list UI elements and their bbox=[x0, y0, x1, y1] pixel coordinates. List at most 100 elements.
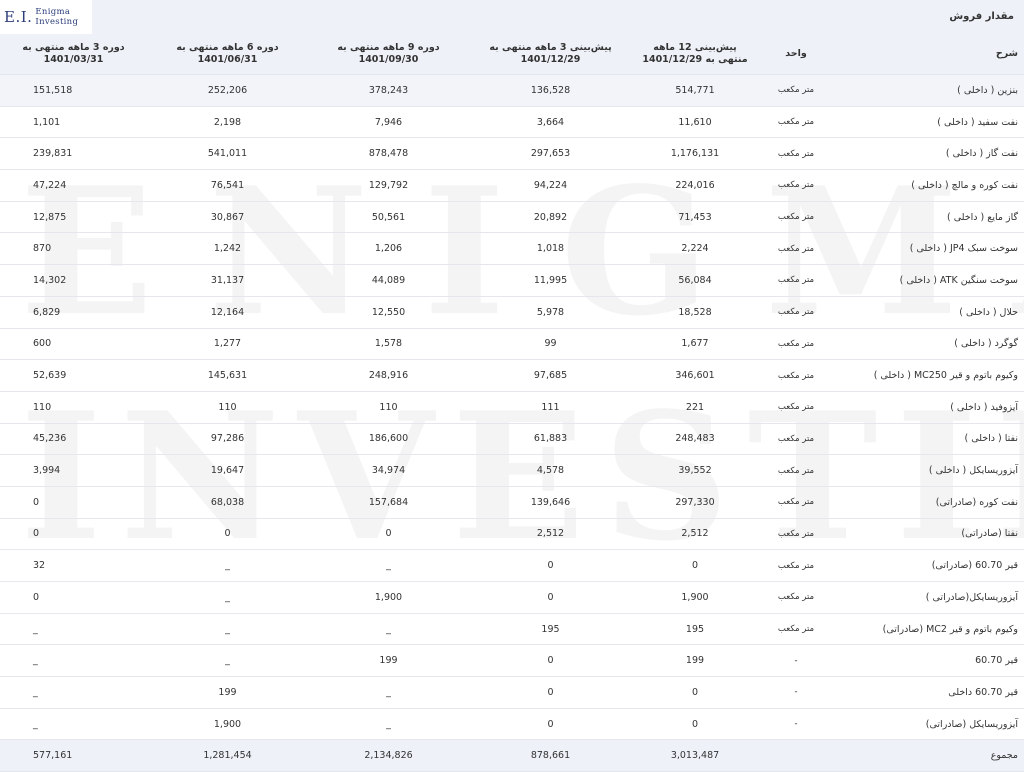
row-period-3m: _ bbox=[0, 676, 147, 709]
row-description: مجموع bbox=[834, 739, 1024, 772]
row-forecast-12m: 1,176,131 bbox=[632, 137, 758, 171]
row-period-3m: 6,829 bbox=[0, 296, 147, 329]
row-period-3m: 110 bbox=[0, 391, 147, 424]
header-forecast-12m: پیش‌بینی 12 ماهه منتهی به 1401/12/29 bbox=[632, 33, 758, 75]
row-forecast-3m: 0 bbox=[469, 676, 632, 709]
header-forecast-3m: پیش‌بینی 3 ماهه منتهی به 1401/12/29 bbox=[469, 33, 632, 75]
row-unit: متر مکعب bbox=[758, 391, 834, 424]
row-description: نفتا (صادراتی) bbox=[834, 518, 1024, 551]
table-row: بنزین ( داخلی ) متر مکعب 514,771 136,528 378… bbox=[0, 74, 1024, 107]
row-unit: - bbox=[758, 708, 834, 741]
header-unit: واحد bbox=[758, 33, 834, 75]
row-period-6m: 110 bbox=[147, 391, 308, 424]
row-period-6m: 31,137 bbox=[147, 264, 308, 297]
row-period-9m: _ bbox=[308, 613, 469, 646]
row-period-6m: 12,164 bbox=[147, 296, 308, 329]
row-period-3m: 32 bbox=[0, 549, 147, 582]
table-row: نفت گاز ( داخلی ) متر مکعب 1,176,131 297,65… bbox=[0, 137, 1024, 171]
row-unit: متر مکعب bbox=[758, 454, 834, 487]
row-unit: متر مکعب bbox=[758, 581, 834, 614]
row-description: وکیوم باتوم و قیر MC250 ( داخلی ) bbox=[834, 359, 1024, 392]
row-period-6m: 0 bbox=[147, 518, 308, 551]
logo-wordmark: Enigma Investing bbox=[35, 7, 78, 27]
row-period-6m: 145,631 bbox=[147, 359, 308, 392]
row-period-6m: 76,541 bbox=[147, 169, 308, 202]
sales-volume-table: شرح واحد پیش‌بینی 12 ماهه منتهی به 1401/… bbox=[0, 33, 1024, 772]
section-title-bar: مقدار فروش bbox=[0, 0, 1024, 34]
row-forecast-12m: 0 bbox=[632, 676, 758, 709]
row-description: سوخت سبک JP4 ( داخلی ) bbox=[834, 232, 1024, 266]
row-unit: متر مکعب bbox=[758, 359, 834, 392]
row-description: آیزوریسایکل(صادراتی ) bbox=[834, 581, 1024, 614]
row-forecast-12m: 2,224 bbox=[632, 232, 758, 266]
row-forecast-3m: 3,664 bbox=[469, 106, 632, 139]
row-period-6m: 1,277 bbox=[147, 328, 308, 361]
row-unit: متر مکعب bbox=[758, 106, 834, 139]
row-forecast-3m: 139,646 bbox=[469, 486, 632, 519]
row-period-6m: 199 bbox=[147, 676, 308, 709]
table-row: نفتا (صادراتی) متر مکعب 2,512 2,512 0 0 0 bbox=[0, 518, 1024, 551]
row-description: آیزوفید ( داخلی ) bbox=[834, 391, 1024, 424]
logo-monogram: E.I. bbox=[4, 8, 33, 26]
row-description: آیزوریسایکل ( داخلی ) bbox=[834, 454, 1024, 487]
row-period-6m: 1,900 bbox=[147, 708, 308, 741]
row-period-3m: 870 bbox=[0, 232, 147, 266]
row-period-9m: 248,916 bbox=[308, 359, 469, 392]
header-period-9m: دوره 9 ماهه منتهی به 1401/09/30 bbox=[308, 33, 469, 75]
row-period-9m: 1,206 bbox=[308, 232, 469, 266]
row-description: وکیوم باتوم و قیر MC2 (صادراتی) bbox=[834, 613, 1024, 646]
row-period-3m: 45,236 bbox=[0, 423, 147, 456]
table-row: نفت کوره و مالچ ( داخلی ) متر مکعب 224,016… bbox=[0, 169, 1024, 202]
row-period-9m: 157,684 bbox=[308, 486, 469, 519]
row-unit: متر مکعب bbox=[758, 613, 834, 646]
row-unit: متر مکعب bbox=[758, 232, 834, 266]
row-period-9m: 199 bbox=[308, 644, 469, 678]
row-description: نفت سفید ( داخلی ) bbox=[834, 106, 1024, 139]
row-period-9m: 110 bbox=[308, 391, 469, 424]
row-period-3m: 0 bbox=[0, 518, 147, 551]
row-forecast-12m: 18,528 bbox=[632, 296, 758, 329]
row-period-6m: 2,198 bbox=[147, 106, 308, 139]
row-forecast-3m: 11,995 bbox=[469, 264, 632, 297]
row-unit: متر مکعب bbox=[758, 328, 834, 361]
row-period-3m: 600 bbox=[0, 328, 147, 361]
row-unit: متر مکعب bbox=[758, 169, 834, 202]
row-period-9m: 34,974 bbox=[308, 454, 469, 487]
row-period-9m: _ bbox=[308, 708, 469, 741]
row-unit: متر مکعب bbox=[758, 74, 834, 107]
row-period-9m: 50,561 bbox=[308, 201, 469, 234]
row-period-6m: 30,867 bbox=[147, 201, 308, 234]
row-forecast-12m: 71,453 bbox=[632, 201, 758, 234]
row-description: آیزوریسایکل (صادراتی) bbox=[834, 708, 1024, 741]
table-row: سوخت سنگین ATK ( داخلی ) متر مکعب 56,084 11… bbox=[0, 264, 1024, 297]
table-row: گاز مایع ( داخلی ) متر مکعب 71,453 20,892 50… bbox=[0, 201, 1024, 234]
table-body: بنزین ( داخلی ) متر مکعب 514,771 136,528 378… bbox=[0, 74, 1024, 772]
row-period-9m: 186,600 bbox=[308, 423, 469, 456]
row-description: گوگرد ( داخلی ) bbox=[834, 328, 1024, 361]
header-period-6m: دوره 6 ماهه منتهی به 1401/06/31 bbox=[147, 33, 308, 75]
row-forecast-3m: 61,883 bbox=[469, 423, 632, 456]
row-forecast-12m: 0 bbox=[632, 549, 758, 582]
row-forecast-3m: 195 bbox=[469, 613, 632, 646]
row-description: حلال ( داخلی ) bbox=[834, 296, 1024, 329]
row-period-3m: 14,302 bbox=[0, 264, 147, 297]
logo-line-2: Investing bbox=[35, 17, 79, 27]
row-period-3m: _ bbox=[0, 644, 147, 678]
row-unit: متر مکعب bbox=[758, 264, 834, 297]
row-period-9m: 12,550 bbox=[308, 296, 469, 329]
row-unit: - bbox=[758, 644, 834, 678]
table-row: آیزوفید ( داخلی ) متر مکعب 221 111 110 110 110 bbox=[0, 391, 1024, 424]
section-title: مقدار فروش bbox=[949, 11, 1014, 22]
row-period-6m: 541,011 bbox=[147, 137, 308, 171]
row-forecast-12m: 224,016 bbox=[632, 169, 758, 202]
row-period-6m: 1,281,454 bbox=[147, 739, 308, 772]
row-forecast-12m: 1,900 bbox=[632, 581, 758, 614]
row-period-9m: _ bbox=[308, 676, 469, 709]
row-unit: متر مکعب bbox=[758, 486, 834, 519]
row-forecast-3m: 5,978 bbox=[469, 296, 632, 329]
header-description: شرح bbox=[834, 33, 1024, 75]
row-description: نفت گاز ( داخلی ) bbox=[834, 137, 1024, 171]
row-description: قیر 60.70 داخلی bbox=[834, 676, 1024, 709]
table-row: قیر 60.70-199 0 199 _ _ bbox=[0, 644, 1024, 678]
table-row: قیر 60.70 داخلی -0 0 _ 199 _ bbox=[0, 676, 1024, 709]
